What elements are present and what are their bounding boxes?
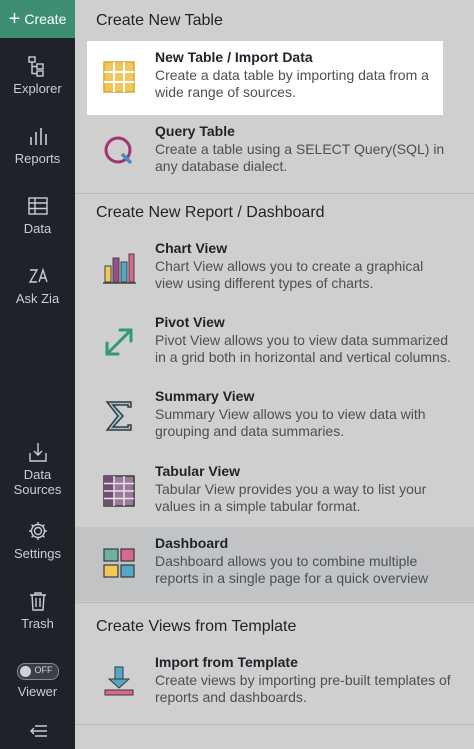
item-description: Create a data table by importing data fr… <box>155 67 429 100</box>
reports-icon <box>29 128 47 145</box>
sidebar-item-data[interactable]: Data <box>0 195 75 236</box>
sidebar-item-label: Data Sources <box>13 467 62 497</box>
query-table-item[interactable]: Query Table Create a table using a SELEC… <box>87 115 444 189</box>
toggle-knob <box>19 666 31 677</box>
viewer-toggle[interactable]: OFF <box>16 663 59 680</box>
item-title: New Table / Import Data <box>155 49 313 65</box>
create-menu-panel: Create New Table New Table / Import Data… <box>75 0 474 749</box>
query-icon <box>104 136 133 165</box>
section-divider <box>75 193 474 194</box>
item-description: Summary View allows you to view data wit… <box>155 406 426 439</box>
trash-icon <box>29 592 46 611</box>
section-title: Create New Report / Dashboard <box>96 204 325 221</box>
import-from-template-item[interactable]: Import from Template Create views by imp… <box>87 646 451 720</box>
item-title: Pivot View <box>155 314 225 330</box>
sidebar-item-label: Ask Zia <box>15 291 60 306</box>
zia-icon <box>28 267 48 283</box>
sidebar-item-label: Trash <box>21 616 54 631</box>
sidebar-item-label: Explorer <box>13 81 62 96</box>
tabular-view-item[interactable]: Tabular View Tabular View provides you a… <box>87 455 443 529</box>
settings-icon <box>28 522 47 540</box>
sidebar-item-viewer[interactable]: OFF Viewer <box>0 663 75 699</box>
section-divider <box>75 724 474 725</box>
plus-icon: + <box>8 8 21 30</box>
item-description: Create a table using a SELECT Query(SQL)… <box>155 141 445 174</box>
dashboard-icon <box>103 548 135 578</box>
data-sources-icon <box>28 443 47 462</box>
summary-view-item[interactable]: Summary View Summary View allows you to … <box>87 380 443 454</box>
chart-view-item[interactable]: Chart View Chart View allows you to crea… <box>87 232 443 306</box>
section-divider <box>75 602 474 603</box>
create-button-label: Create <box>24 11 67 27</box>
toggle-state: OFF <box>34 665 53 675</box>
section-title: Create New Table <box>96 12 223 29</box>
bar-chart-icon <box>103 253 136 284</box>
sidebar-item-label: Viewer <box>17 684 58 699</box>
dashboard-item[interactable]: Dashboard Dashboard allows you to combin… <box>75 527 474 601</box>
sidebar-item-reports[interactable]: Reports <box>0 125 75 166</box>
sidebar-item-explorer[interactable]: Explorer <box>0 55 75 96</box>
new-table-import-data-item[interactable]: New Table / Import Data Create a data ta… <box>87 41 443 115</box>
data-icon <box>27 197 48 215</box>
item-description: Chart View allows you to create a graphi… <box>155 258 424 291</box>
download-icon <box>104 666 134 696</box>
sidebar-item-label: Data <box>23 221 52 236</box>
item-title: Import from Template <box>155 654 298 670</box>
sidebar-item-settings[interactable]: Settings <box>0 520 75 561</box>
sidebar-item-trash[interactable]: Trash <box>0 590 75 631</box>
sigma-icon <box>105 401 132 431</box>
item-description: Tabular View provides you a way to list … <box>155 481 427 514</box>
item-description: Pivot View allows you to view data summa… <box>155 332 451 365</box>
collapse-menu-icon <box>29 725 47 737</box>
sidebar-item-data-sources[interactable]: Data Sources <box>0 441 75 497</box>
sidebar-item-label: Reports <box>14 151 61 166</box>
item-description: Dashboard allows you to combine multiple… <box>155 553 429 586</box>
sidebar: + Create Explorer Reports Data Ask Zia D… <box>0 0 75 749</box>
pivot-arrows-icon <box>105 328 133 356</box>
item-title: Summary View <box>155 388 255 404</box>
section-title: Create Views from Template <box>96 618 297 635</box>
tabular-icon <box>103 475 135 507</box>
sidebar-item-label: Settings <box>14 546 61 561</box>
item-title: Query Table <box>155 123 235 139</box>
item-title: Tabular View <box>155 463 241 479</box>
item-title: Chart View <box>155 240 228 256</box>
pivot-view-item[interactable]: Pivot View Pivot View allows you to view… <box>87 306 451 380</box>
collapse-sidebar-button[interactable] <box>0 723 75 743</box>
create-button[interactable]: + Create <box>0 0 75 38</box>
item-title: Dashboard <box>155 535 229 551</box>
explorer-icon <box>27 56 44 77</box>
table-grid-icon <box>103 61 135 93</box>
sidebar-item-ask-zia[interactable]: Ask Zia <box>0 265 75 306</box>
item-description: Create views by importing pre-built temp… <box>155 672 451 705</box>
